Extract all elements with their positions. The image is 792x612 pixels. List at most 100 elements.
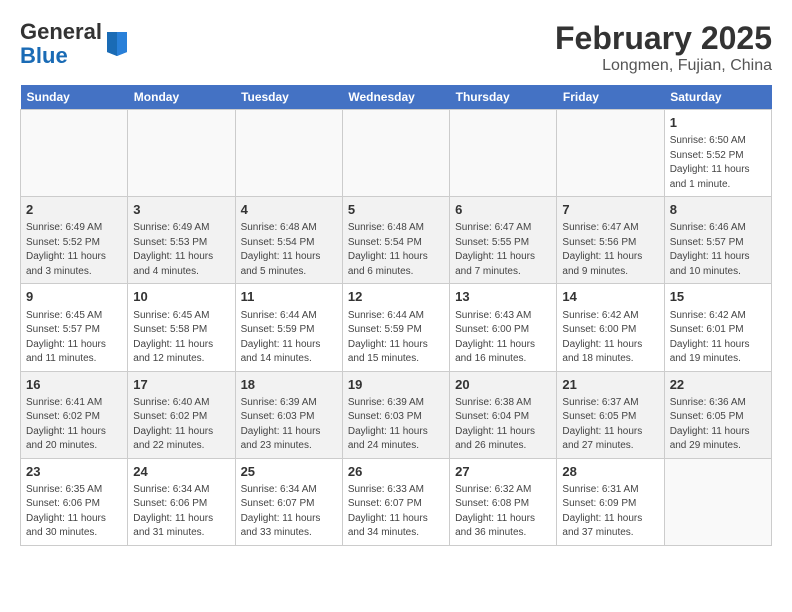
- calendar-day-cell: 24 Sunrise: 6:34 AM Sunset: 6:06 PM Dayli…: [128, 458, 235, 545]
- calendar-week-row: 23 Sunrise: 6:35 AM Sunset: 6:06 PM Dayli…: [21, 458, 772, 545]
- day-info: Sunrise: 6:34 AM Sunset: 6:07 PM Dayligh…: [241, 483, 337, 541]
- day-info: Sunrise: 6:36 AM Sunset: 6:05 PM Dayligh…: [670, 396, 766, 454]
- day-info: Sunrise: 6:39 AM Sunset: 6:03 PM Dayligh…: [241, 396, 337, 454]
- dow-header: Wednesday: [342, 85, 449, 110]
- day-number: 21: [562, 376, 658, 394]
- day-number: 20: [455, 376, 551, 394]
- day-info: Sunrise: 6:34 AM Sunset: 6:06 PM Dayligh…: [133, 483, 229, 541]
- calendar-day-cell: 22Sunrise: 6:36 AM Sunset: 6:05 PM Dayli…: [664, 371, 771, 458]
- day-number: 1: [670, 114, 766, 132]
- day-info: Sunrise: 6:35 AM Sunset: 6:06 PM Dayligh…: [26, 483, 122, 541]
- calendar-day-cell: 2 Sunrise: 6:49 AM Sunset: 5:52 PM Daylig…: [21, 197, 128, 284]
- day-info: Sunrise: 6:48 AM Sunset: 5:54 PM Dayligh…: [348, 221, 444, 279]
- day-info: Sunrise: 6:38 AM Sunset: 6:04 PM Dayligh…: [455, 396, 551, 454]
- calendar-day-cell: 23 Sunrise: 6:35 AM Sunset: 6:06 PM Dayli…: [21, 458, 128, 545]
- day-number: 23: [26, 463, 122, 481]
- dow-header: Monday: [128, 85, 235, 110]
- day-info: Sunrise: 6:44 AM Sunset: 5:59 PM Dayligh…: [348, 309, 444, 367]
- day-info: Sunrise: 6:42 AM Sunset: 6:00 PM Dayligh…: [562, 309, 658, 367]
- day-number: 17: [133, 376, 229, 394]
- dow-header: Sunday: [21, 85, 128, 110]
- calendar-day-cell: 4 Sunrise: 6:48 AM Sunset: 5:54 PM Daylig…: [235, 197, 342, 284]
- day-info: Sunrise: 6:47 AM Sunset: 5:55 PM Dayligh…: [455, 221, 551, 279]
- day-number: 25: [241, 463, 337, 481]
- location-title: Longmen, Fujian, China: [555, 57, 772, 75]
- calendar-day-cell: 7Sunrise: 6:47 AM Sunset: 5:56 PM Daylig…: [557, 197, 664, 284]
- calendar-day-cell: 25 Sunrise: 6:34 AM Sunset: 6:07 PM Dayli…: [235, 458, 342, 545]
- day-info: Sunrise: 6:37 AM Sunset: 6:05 PM Dayligh…: [562, 396, 658, 454]
- day-number: 10: [133, 288, 229, 306]
- calendar-day-cell: 11 Sunrise: 6:44 AM Sunset: 5:59 PM Dayli…: [235, 284, 342, 371]
- day-number: 14: [562, 288, 658, 306]
- calendar-day-cell: 5 Sunrise: 6:48 AM Sunset: 5:54 PM Daylig…: [342, 197, 449, 284]
- calendar-day-cell: [128, 110, 235, 197]
- day-number: 5: [348, 201, 444, 219]
- day-number: 4: [241, 201, 337, 219]
- day-info: Sunrise: 6:44 AM Sunset: 5:59 PM Dayligh…: [241, 309, 337, 367]
- dow-header: Friday: [557, 85, 664, 110]
- day-number: 18: [241, 376, 337, 394]
- calendar-week-row: 1Sunrise: 6:50 AM Sunset: 5:52 PM Daylig…: [21, 110, 772, 197]
- dow-header: Thursday: [450, 85, 557, 110]
- day-number: 16: [26, 376, 122, 394]
- day-number: 12: [348, 288, 444, 306]
- header: General Blue February 2025 Longmen, Fuji…: [20, 20, 772, 75]
- day-info: Sunrise: 6:48 AM Sunset: 5:54 PM Dayligh…: [241, 221, 337, 279]
- day-number: 11: [241, 288, 337, 306]
- calendar-day-cell: [21, 110, 128, 197]
- day-info: Sunrise: 6:43 AM Sunset: 6:00 PM Dayligh…: [455, 309, 551, 367]
- calendar-day-cell: 3 Sunrise: 6:49 AM Sunset: 5:53 PM Daylig…: [128, 197, 235, 284]
- calendar-body: 1Sunrise: 6:50 AM Sunset: 5:52 PM Daylig…: [21, 110, 772, 546]
- day-info: Sunrise: 6:49 AM Sunset: 5:53 PM Dayligh…: [133, 221, 229, 279]
- day-info: Sunrise: 6:33 AM Sunset: 6:07 PM Dayligh…: [348, 483, 444, 541]
- calendar-week-row: 2 Sunrise: 6:49 AM Sunset: 5:52 PM Daylig…: [21, 197, 772, 284]
- day-number: 6: [455, 201, 551, 219]
- day-number: 27: [455, 463, 551, 481]
- day-info: Sunrise: 6:45 AM Sunset: 5:58 PM Dayligh…: [133, 309, 229, 367]
- calendar-week-row: 9 Sunrise: 6:45 AM Sunset: 5:57 PM Daylig…: [21, 284, 772, 371]
- calendar-day-cell: [235, 110, 342, 197]
- calendar-day-cell: 10 Sunrise: 6:45 AM Sunset: 5:58 PM Dayli…: [128, 284, 235, 371]
- day-number: 2: [26, 201, 122, 219]
- day-number: 7: [562, 201, 658, 219]
- day-number: 9: [26, 288, 122, 306]
- calendar-day-cell: 17 Sunrise: 6:40 AM Sunset: 6:02 PM Dayli…: [128, 371, 235, 458]
- calendar-day-cell: 16 Sunrise: 6:41 AM Sunset: 6:02 PM Dayli…: [21, 371, 128, 458]
- calendar-day-cell: [557, 110, 664, 197]
- calendar-day-cell: 1Sunrise: 6:50 AM Sunset: 5:52 PM Daylig…: [664, 110, 771, 197]
- day-info: Sunrise: 6:39 AM Sunset: 6:03 PM Dayligh…: [348, 396, 444, 454]
- calendar-day-cell: 6 Sunrise: 6:47 AM Sunset: 5:55 PM Daylig…: [450, 197, 557, 284]
- calendar-day-cell: 15Sunrise: 6:42 AM Sunset: 6:01 PM Dayli…: [664, 284, 771, 371]
- day-info: Sunrise: 6:41 AM Sunset: 6:02 PM Dayligh…: [26, 396, 122, 454]
- calendar-day-cell: [664, 458, 771, 545]
- calendar-day-cell: 12 Sunrise: 6:44 AM Sunset: 5:59 PM Dayli…: [342, 284, 449, 371]
- day-number: 8: [670, 201, 766, 219]
- day-number: 24: [133, 463, 229, 481]
- calendar-day-cell: 13 Sunrise: 6:43 AM Sunset: 6:00 PM Dayli…: [450, 284, 557, 371]
- day-info: Sunrise: 6:31 AM Sunset: 6:09 PM Dayligh…: [562, 483, 658, 541]
- day-number: 26: [348, 463, 444, 481]
- day-number: 28: [562, 463, 658, 481]
- calendar-day-cell: 27 Sunrise: 6:32 AM Sunset: 6:08 PM Dayli…: [450, 458, 557, 545]
- logo-icon: [105, 28, 129, 56]
- calendar-day-cell: 9 Sunrise: 6:45 AM Sunset: 5:57 PM Daylig…: [21, 284, 128, 371]
- day-info: Sunrise: 6:32 AM Sunset: 6:08 PM Dayligh…: [455, 483, 551, 541]
- day-number: 3: [133, 201, 229, 219]
- calendar-week-row: 16 Sunrise: 6:41 AM Sunset: 6:02 PM Dayli…: [21, 371, 772, 458]
- days-of-week-row: SundayMondayTuesdayWednesdayThursdayFrid…: [21, 85, 772, 110]
- day-info: Sunrise: 6:40 AM Sunset: 6:02 PM Dayligh…: [133, 396, 229, 454]
- day-number: 13: [455, 288, 551, 306]
- calendar-day-cell: [450, 110, 557, 197]
- calendar-day-cell: 26 Sunrise: 6:33 AM Sunset: 6:07 PM Dayli…: [342, 458, 449, 545]
- day-info: Sunrise: 6:45 AM Sunset: 5:57 PM Dayligh…: [26, 309, 122, 367]
- calendar-day-cell: 8Sunrise: 6:46 AM Sunset: 5:57 PM Daylig…: [664, 197, 771, 284]
- title-area: February 2025 Longmen, Fujian, China: [555, 20, 772, 75]
- calendar-table: SundayMondayTuesdayWednesdayThursdayFrid…: [20, 85, 772, 546]
- calendar-day-cell: 18 Sunrise: 6:39 AM Sunset: 6:03 PM Dayli…: [235, 371, 342, 458]
- dow-header: Tuesday: [235, 85, 342, 110]
- month-title: February 2025: [555, 20, 772, 57]
- calendar-day-cell: 14 Sunrise: 6:42 AM Sunset: 6:00 PM Dayli…: [557, 284, 664, 371]
- calendar-day-cell: [342, 110, 449, 197]
- day-info: Sunrise: 6:49 AM Sunset: 5:52 PM Dayligh…: [26, 221, 122, 279]
- logo: General Blue: [20, 20, 129, 68]
